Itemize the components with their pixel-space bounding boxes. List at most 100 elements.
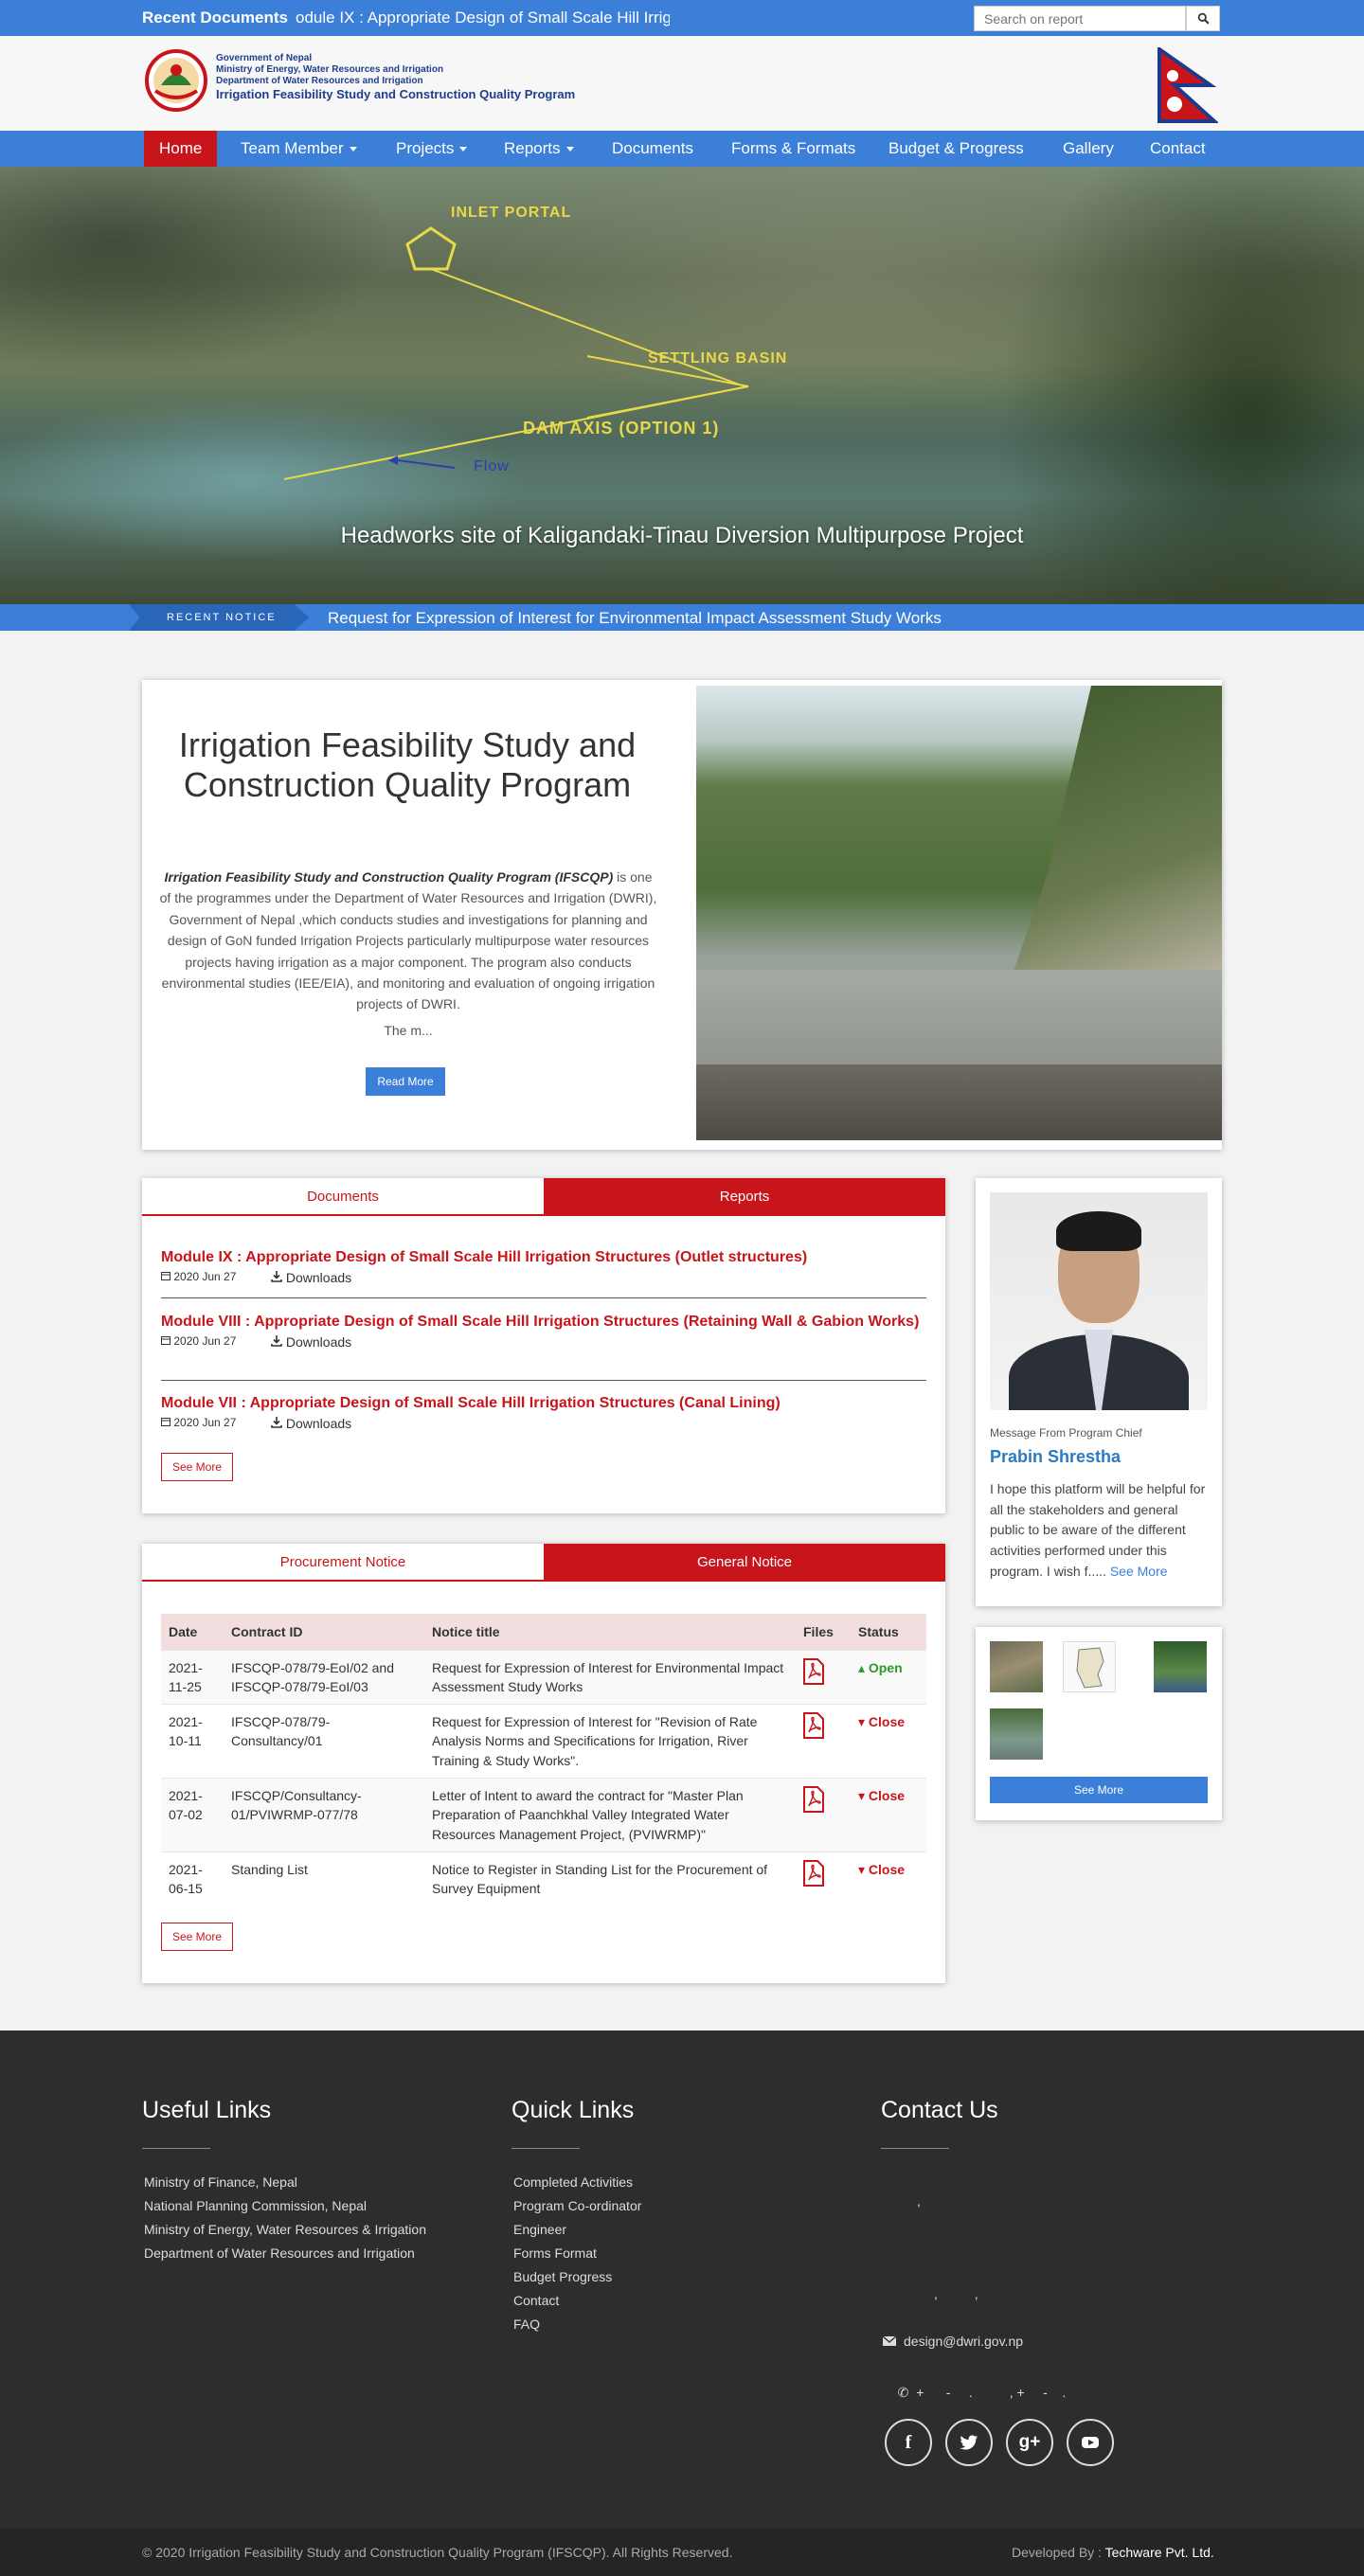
divider bbox=[161, 1380, 926, 1381]
recent-notice-link[interactable]: Request for Expression of Interest for E… bbox=[328, 609, 942, 628]
table-row: 2021-10-11 IFSCQP-078/79-Consultancy/01 … bbox=[161, 1704, 926, 1779]
twitter-icon[interactable] bbox=[945, 2419, 993, 2466]
gallery-thumbnail[interactable] bbox=[1154, 1641, 1207, 1692]
documents-see-more-button[interactable]: See More bbox=[161, 1453, 233, 1481]
search-input[interactable] bbox=[974, 6, 1186, 31]
calendar-icon bbox=[161, 1272, 170, 1281]
footer-link[interactable]: Completed Activities bbox=[513, 2171, 641, 2194]
notices-card: Procurement Notice General Notice Date C… bbox=[142, 1544, 945, 1983]
intro-more-text: The m... bbox=[384, 1023, 433, 1038]
pdf-file-icon[interactable] bbox=[803, 1859, 824, 1887]
status-text: Open bbox=[868, 1659, 903, 1675]
footer-link[interactable]: National Planning Commission, Nepal bbox=[144, 2194, 426, 2218]
footer-useful-links-title: Useful Links bbox=[142, 2097, 272, 2123]
footer-link[interactable]: Ministry of Finance, Nepal bbox=[144, 2171, 426, 2194]
hero-banner: INLET PORTAL SETTLING BASIN DAM AXIS (OP… bbox=[0, 167, 1364, 604]
document-title-link[interactable]: Module IX : Appropriate Design of Small … bbox=[161, 1248, 926, 1266]
status-badge: ▾ Close bbox=[858, 1862, 905, 1877]
table-header-row: Date Contract ID Notice title Files Stat… bbox=[161, 1614, 926, 1650]
nepal-government-emblem-logo[interactable] bbox=[142, 49, 210, 112]
document-meta: 2020 Jun 27 Downloads bbox=[161, 1270, 926, 1287]
footer-link[interactable]: Engineer bbox=[513, 2218, 641, 2242]
document-title-link[interactable]: Module VII : Appropriate Design of Small… bbox=[161, 1394, 926, 1412]
youtube-icon[interactable] bbox=[1067, 2419, 1114, 2466]
hero-label-settling: SETTLING BASIN bbox=[648, 350, 788, 367]
nav-budget-progress[interactable]: Budget & Progress bbox=[873, 131, 1039, 167]
developed-by-label: Developed By : bbox=[1012, 2545, 1102, 2560]
contact-address-line: , , bbox=[934, 2286, 978, 2301]
cell-date: 2021-11-25 bbox=[161, 1649, 224, 1705]
gallery-see-more-button[interactable]: See More bbox=[990, 1777, 1208, 1803]
recent-documents-label: Recent Documents bbox=[142, 9, 288, 27]
tab-procurement-notice[interactable]: Procurement Notice bbox=[142, 1544, 544, 1582]
youtube-logo-icon bbox=[1082, 2437, 1099, 2448]
footer-link[interactable]: Contact bbox=[513, 2289, 641, 2313]
status-badge: ▴ Open bbox=[858, 1660, 903, 1675]
tab-general-notice[interactable]: General Notice bbox=[544, 1544, 945, 1582]
nav-gallery-label: Gallery bbox=[1063, 139, 1114, 157]
cell-status: ▾ Close bbox=[851, 1777, 926, 1852]
nav-budget-progress-label: Budget & Progress bbox=[888, 139, 1024, 157]
download-link[interactable]: Downloads bbox=[271, 1416, 351, 1431]
hero-label-dam: DAM AXIS (OPTION 1) bbox=[523, 419, 720, 438]
chief-see-more-link[interactable]: See More bbox=[1110, 1564, 1168, 1579]
footer-link[interactable]: Program Co-ordinator bbox=[513, 2194, 641, 2218]
intro-river-photo bbox=[696, 686, 1222, 1140]
cell-notice-title: Letter of Intent to award the contract f… bbox=[424, 1777, 796, 1852]
recent-documents-marquee[interactable]: odule IX : Appropriate Design of Small S… bbox=[296, 9, 670, 27]
cell-date: 2021-06-15 bbox=[161, 1851, 224, 1906]
document-date: 2020 Jun 27 bbox=[173, 1270, 237, 1284]
developer-link[interactable]: Techware Pvt. Ltd. bbox=[1105, 2545, 1214, 2560]
pdf-file-icon[interactable] bbox=[803, 1712, 824, 1740]
tab-reports[interactable]: Reports bbox=[544, 1178, 945, 1216]
nav-team-member[interactable]: Team Member bbox=[225, 131, 372, 167]
tab-documents[interactable]: Documents bbox=[142, 1178, 544, 1216]
nav-documents[interactable]: Documents bbox=[597, 131, 709, 167]
facebook-icon[interactable]: f bbox=[885, 2419, 932, 2466]
intro-body-bold: Irrigation Feasibility Study and Constru… bbox=[164, 869, 614, 885]
nav-reports[interactable]: Reports bbox=[489, 131, 589, 167]
caret-down-icon bbox=[349, 147, 357, 152]
hero-label-inlet: INLET PORTAL bbox=[451, 205, 572, 221]
footer-link[interactable]: FAQ bbox=[513, 2313, 641, 2336]
notice-tabs: Procurement Notice General Notice bbox=[142, 1544, 945, 1582]
notices-see-more-button[interactable]: See More bbox=[161, 1923, 233, 1951]
download-icon bbox=[271, 1417, 282, 1428]
footer-link[interactable]: Ministry of Energy, Water Resources & Ir… bbox=[144, 2218, 426, 2242]
caret-up-icon: ▴ bbox=[858, 1659, 866, 1675]
nav-home[interactable]: Home bbox=[144, 131, 218, 167]
gallery-thumbnail[interactable] bbox=[1063, 1641, 1116, 1692]
top-bar: Recent Documents odule IX : Appropriate … bbox=[0, 0, 1364, 36]
search-button[interactable] bbox=[1186, 6, 1220, 31]
download-link[interactable]: Downloads bbox=[271, 1334, 351, 1350]
cell-date: 2021-07-02 bbox=[161, 1777, 224, 1852]
nav-forms-formats[interactable]: Forms & Formats bbox=[716, 131, 870, 167]
contact-email[interactable]: design@dwri.gov.np bbox=[882, 2334, 1024, 2349]
download-link[interactable]: Downloads bbox=[271, 1270, 351, 1285]
hero-caption: Headworks site of Kaligandaki-Tinau Dive… bbox=[340, 523, 1024, 548]
gallery-thumbnail[interactable] bbox=[990, 1641, 1043, 1692]
status-text: Close bbox=[868, 1861, 906, 1877]
documents-tabs: Documents Reports bbox=[142, 1178, 945, 1216]
caret-down-icon bbox=[459, 147, 468, 152]
google-plus-icon[interactable]: g+ bbox=[1006, 2419, 1053, 2466]
footer-link[interactable]: Forms Format bbox=[513, 2242, 641, 2265]
status-text: Close bbox=[868, 1787, 906, 1803]
hero-label-flow: Flow bbox=[474, 458, 510, 474]
logo-text[interactable]: Government of Nepal Ministry of Energy, … bbox=[216, 53, 575, 102]
pdf-file-icon[interactable] bbox=[803, 1785, 824, 1813]
read-more-button[interactable]: Read More bbox=[366, 1067, 445, 1096]
footer-link[interactable]: Budget Progress bbox=[513, 2265, 641, 2289]
footer-useful-links: Ministry of Finance, Nepal National Plan… bbox=[144, 2171, 426, 2265]
document-title-link[interactable]: Module VIII : Appropriate Design of Smal… bbox=[161, 1313, 926, 1331]
contact-email-text: design@dwri.gov.np bbox=[904, 2334, 1024, 2349]
contact-phone: ✆ + - . , + - . bbox=[883, 2370, 1067, 2416]
column-header-notice-title: Notice title bbox=[424, 1614, 796, 1650]
gallery-thumbnail[interactable] bbox=[990, 1708, 1043, 1760]
cell-notice-title: Request for Expression of Interest for "… bbox=[424, 1704, 796, 1779]
nav-gallery[interactable]: Gallery bbox=[1048, 131, 1129, 167]
footer-link[interactable]: Department of Water Resources and Irriga… bbox=[144, 2242, 426, 2265]
nav-projects[interactable]: Projects bbox=[381, 131, 482, 167]
pdf-file-icon[interactable] bbox=[803, 1657, 824, 1685]
nav-contact[interactable]: Contact bbox=[1135, 131, 1221, 167]
